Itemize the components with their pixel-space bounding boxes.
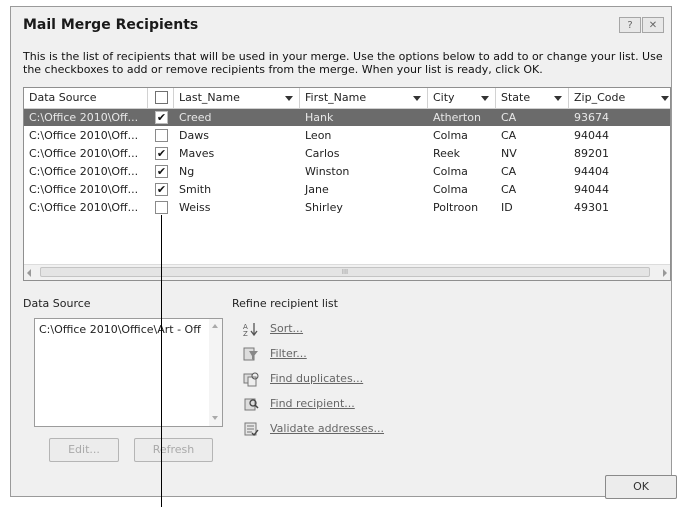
scroll-up-icon[interactable]: [212, 324, 218, 328]
scroll-down-icon[interactable]: [212, 416, 218, 420]
validate-addresses-link[interactable]: Validate addresses...: [243, 420, 443, 438]
sort-icon: AZ: [243, 323, 258, 337]
include-checkbox[interactable]: ✔: [155, 147, 168, 160]
cell-zip: 89201: [574, 147, 609, 160]
column-header-data-source[interactable]: Data Source: [24, 88, 148, 108]
mail-merge-recipients-dialog: Mail Merge Recipients ? ✕ This is the li…: [10, 6, 677, 499]
table-row[interactable]: C:\Office 2010\Off... ✔ Maves Carlos Ree…: [24, 145, 670, 162]
cell-city: Reek: [433, 147, 461, 160]
table-row[interactable]: C:\Office 2010\Off... ✔ Ng Winston Colma…: [24, 163, 670, 180]
cell-first-name: Shirley: [305, 201, 343, 214]
cell-data-source: C:\Office 2010\Off...: [29, 201, 139, 214]
cell-state: CA: [501, 111, 517, 124]
refresh-button[interactable]: Refresh: [134, 438, 213, 462]
help-button[interactable]: ?: [619, 17, 641, 33]
data-source-list[interactable]: C:\Office 2010\Office\Art - Off: [34, 318, 223, 427]
scroll-left-icon[interactable]: [27, 269, 31, 277]
cell-city: Colma: [433, 129, 468, 142]
cell-state: CA: [501, 165, 517, 178]
cell-zip: 94044: [574, 183, 609, 196]
refine-list-label: Refine recipient list: [232, 297, 338, 310]
include-checkbox[interactable]: ✔: [155, 183, 168, 196]
vertical-scrollbar[interactable]: [209, 319, 222, 426]
cell-data-source: C:\Office 2010\Off...: [29, 111, 139, 124]
callout-line: [161, 215, 162, 507]
sort-link[interactable]: AZ Sort...: [243, 320, 443, 338]
cell-zip: 49301: [574, 201, 609, 214]
cell-first-name: Carlos: [305, 147, 340, 160]
data-source-label: Data Source: [23, 297, 91, 310]
instructions-text: This is the list of recipients that will…: [23, 50, 663, 76]
data-source-item[interactable]: C:\Office 2010\Office\Art - Off: [39, 323, 201, 336]
close-button[interactable]: ✕: [642, 17, 664, 33]
close-icon: ✕: [648, 20, 658, 31]
horizontal-scrollbar[interactable]: III: [24, 264, 670, 280]
cell-last-name: Weiss: [179, 201, 211, 214]
dropdown-arrow-icon[interactable]: [285, 96, 293, 101]
cell-state: CA: [501, 129, 517, 142]
cell-state: ID: [501, 201, 513, 214]
table-row[interactable]: C:\Office 2010\Off... Daws Leon Colma CA…: [24, 127, 670, 144]
cell-zip: 93674: [574, 111, 609, 124]
include-checkbox[interactable]: [155, 201, 168, 214]
scroll-thumb[interactable]: III: [40, 267, 650, 277]
svg-text:Z: Z: [243, 330, 248, 337]
dialog-title: Mail Merge Recipients: [23, 17, 199, 33]
cell-last-name: Maves: [179, 147, 215, 160]
column-header-last-name[interactable]: Last_Name: [174, 88, 300, 108]
find-recipient-link[interactable]: Find recipient...: [243, 395, 443, 413]
cell-state: CA: [501, 183, 517, 196]
cell-city: Poltroon: [433, 201, 479, 214]
cell-last-name: Smith: [179, 183, 212, 196]
filter-icon: [243, 347, 258, 361]
find-recipient-icon: [244, 398, 259, 411]
table-row[interactable]: C:\Office 2010\Off... Weiss Shirley Polt…: [24, 199, 670, 216]
dropdown-arrow-icon[interactable]: [413, 96, 421, 101]
cell-first-name: Hank: [305, 111, 334, 124]
cell-zip: 94404: [574, 165, 609, 178]
include-checkbox[interactable]: ✔: [155, 165, 168, 178]
cell-zip: 94044: [574, 129, 609, 142]
cell-last-name: Ng: [179, 165, 195, 178]
cell-first-name: Jane: [305, 183, 329, 196]
cell-city: Atherton: [433, 111, 481, 124]
cell-city: Colma: [433, 165, 468, 178]
edit-button[interactable]: Edit...: [49, 438, 119, 462]
cell-state: NV: [501, 147, 517, 160]
header-checkbox[interactable]: [155, 91, 168, 104]
find-duplicates-icon: [243, 372, 259, 387]
cell-last-name: Creed: [179, 111, 212, 124]
column-header-state[interactable]: State: [496, 88, 569, 108]
help-icon: ?: [627, 20, 633, 31]
cell-city: Colma: [433, 183, 468, 196]
cell-data-source: C:\Office 2010\Off...: [29, 129, 139, 142]
cell-data-source: C:\Office 2010\Off...: [29, 165, 139, 178]
find-duplicates-link[interactable]: Find duplicates...: [243, 370, 443, 388]
validate-addresses-icon: [244, 422, 259, 437]
filter-link[interactable]: Filter...: [243, 345, 443, 363]
column-header-zip-code[interactable]: Zip_Code: [569, 88, 670, 108]
cell-first-name: Winston: [305, 165, 350, 178]
dropdown-arrow-icon[interactable]: [554, 96, 562, 101]
cell-data-source: C:\Office 2010\Off...: [29, 183, 139, 196]
recipient-table: Data Source Last_Name First_Name City St…: [23, 87, 671, 281]
scroll-right-icon[interactable]: [663, 269, 667, 277]
column-header-first-name[interactable]: First_Name: [300, 88, 428, 108]
table-row[interactable]: C:\Office 2010\Off... ✔ Smith Jane Colma…: [24, 181, 670, 198]
include-checkbox[interactable]: ✔: [155, 111, 168, 124]
include-checkbox[interactable]: [155, 129, 168, 142]
dropdown-arrow-icon[interactable]: [661, 96, 669, 101]
ok-button[interactable]: OK: [605, 475, 677, 499]
column-header-city[interactable]: City: [428, 88, 496, 108]
table-header: Data Source Last_Name First_Name City St…: [24, 88, 670, 109]
column-header-checkbox[interactable]: [148, 88, 174, 108]
table-row[interactable]: C:\Office 2010\Off... ✔ Creed Hank Ather…: [24, 109, 670, 126]
cell-data-source: C:\Office 2010\Off...: [29, 147, 139, 160]
cell-first-name: Leon: [305, 129, 332, 142]
dropdown-arrow-icon[interactable]: [481, 96, 489, 101]
cell-last-name: Daws: [179, 129, 209, 142]
